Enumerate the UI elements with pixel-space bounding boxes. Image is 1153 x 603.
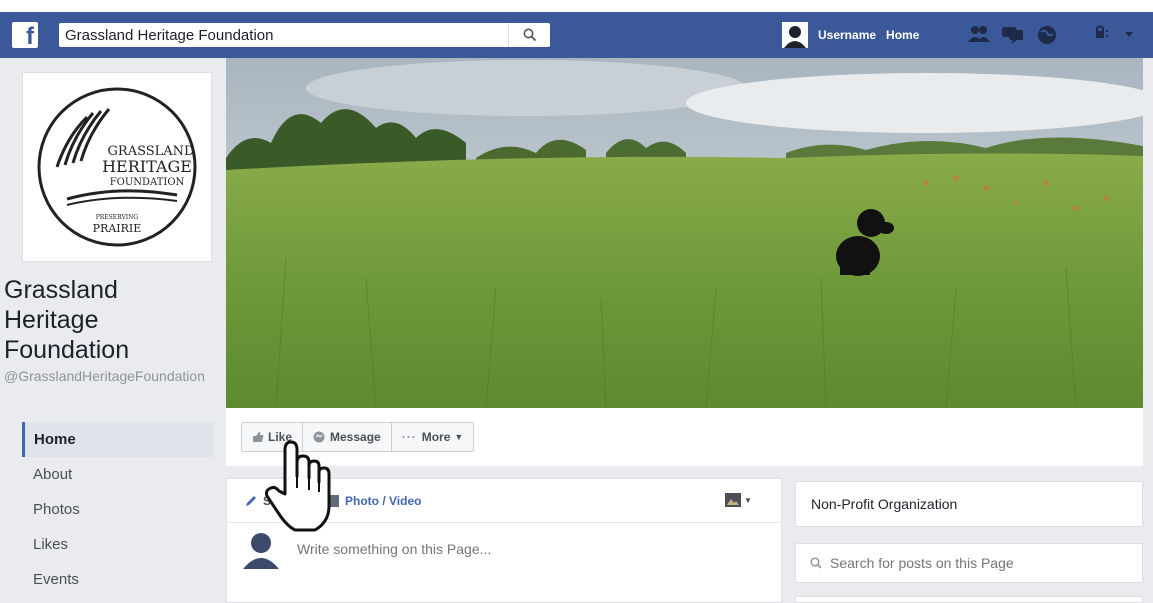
more-label: More (421, 430, 451, 444)
messages-icon[interactable] (1001, 24, 1025, 44)
sidebar-item-likes[interactable]: Likes (22, 527, 214, 562)
page-search-input[interactable] (830, 555, 1120, 571)
write-post-input[interactable] (297, 541, 757, 557)
page-sidebar-nav: Home About Photos Likes Events (22, 422, 214, 597)
search-button[interactable] (508, 23, 550, 47)
user-avatar[interactable] (782, 22, 808, 48)
notifications-globe-icon[interactable] (1036, 24, 1058, 46)
home-link[interactable]: Home (886, 28, 919, 42)
pencil-icon (246, 495, 256, 506)
account-menu-icon[interactable] (1092, 24, 1142, 44)
sidebar-item-home[interactable]: Home (22, 422, 214, 457)
chevron-down-icon: ▼ (454, 432, 464, 442)
sidebar-item-events[interactable]: Events (22, 562, 214, 597)
logo-text-foundation: FOUNDATION (110, 177, 185, 188)
logo-text-heritage: HERITAGE (102, 157, 192, 176)
nav-right: Username Home (782, 22, 919, 48)
page-category: Non-Profit Organization (795, 481, 1143, 527)
page-profile-picture[interactable]: GRASSLAND HERITAGE FOUNDATION PRESERVING… (22, 72, 212, 262)
photo-video-label: Photo / Video (345, 493, 422, 508)
search-input[interactable] (59, 23, 508, 47)
logo-text-prairie: PRAIRIE (93, 222, 142, 235)
avatar-silhouette-icon (784, 26, 806, 48)
grassland-logo: GRASSLAND HERITAGE FOUNDATION PRESERVING… (37, 87, 197, 247)
username-link[interactable]: Username (818, 28, 876, 42)
photo-video-tab[interactable]: Photo / Video (327, 494, 421, 508)
album-icon (725, 493, 741, 507)
page-post-search[interactable] (795, 543, 1143, 583)
sidebar-item-about[interactable]: About (22, 457, 214, 492)
hand-pointer-cursor-icon (265, 440, 331, 532)
album-dropdown[interactable]: ▼ (725, 493, 752, 507)
more-button[interactable]: ··· More ▼ (392, 423, 474, 451)
facebook-logo[interactable]: f (12, 22, 38, 48)
message-label: Message (330, 430, 381, 444)
search-icon (523, 28, 536, 42)
page-title: Grassland Heritage Foundation (4, 276, 130, 364)
ellipsis-icon: ··· (401, 430, 417, 444)
prairie-cover-image (226, 58, 1143, 408)
sidebar-item-photos[interactable]: Photos (22, 492, 214, 527)
search-icon (810, 557, 822, 569)
search-box[interactable] (59, 23, 550, 47)
logo-text-preserving: PRESERVING (96, 214, 139, 221)
cover-photo[interactable] (226, 58, 1143, 408)
page-username[interactable]: @GrasslandHeritageFoundation (4, 367, 218, 385)
friends-icon[interactable] (967, 24, 991, 44)
next-card-edge (795, 596, 1143, 603)
chevron-down-icon: ▼ (744, 495, 752, 505)
